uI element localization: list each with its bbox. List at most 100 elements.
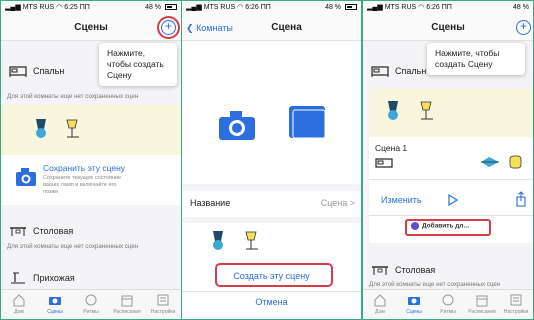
bulb-icon	[481, 157, 499, 167]
tab-bar: Дом Сцены Ритмы Расписания Настройки	[363, 289, 533, 319]
tab-rhythms[interactable]: Ритмы	[431, 290, 465, 319]
signal-icon: ▂▄▆	[5, 4, 21, 11]
add-widget-button[interactable]: Добавить дл...	[411, 222, 469, 230]
screen-create-scene: ▂▄▆ MTS RUS ◠ 6:26 ПП 48 % ❮ Комнаты Сце…	[181, 0, 362, 320]
tab-settings[interactable]: Настройки	[499, 290, 533, 319]
tab-schedules[interactable]: Расписания	[465, 290, 499, 319]
tab-rhythms[interactable]: Ритмы	[73, 290, 109, 319]
status-bar: ▂▄▆ MTS RUS ◠ 6:25 ПП 48 %	[1, 1, 181, 15]
battery-label: 48 %	[513, 4, 529, 11]
name-label: Название	[190, 198, 231, 208]
rhythm-icon	[442, 294, 454, 306]
save-scene-description: Сохраните текущее состояние ваших ламп и…	[43, 175, 122, 195]
bed-icon	[9, 66, 27, 77]
lamp-icon	[420, 101, 433, 120]
save-scene-card: Сохранить эту сцену Сохраните текущее со…	[1, 105, 181, 205]
room-label: Прихожая	[33, 273, 75, 283]
camera-icon[interactable]	[15, 167, 37, 187]
tab-label: Дом	[14, 309, 24, 315]
add-widget-label: Добавить дл...	[422, 222, 469, 230]
page-title: Сцены	[74, 22, 108, 33]
tab-home[interactable]: Дом	[1, 290, 37, 319]
navbar: ❮ Комнаты Сцена	[182, 15, 361, 41]
edit-scene-button[interactable]: Изменить	[381, 195, 422, 205]
play-icon[interactable]	[447, 193, 459, 207]
bulb-icon	[213, 231, 223, 250]
calendar-icon	[121, 295, 133, 307]
battery-icon	[165, 4, 177, 11]
room-row-dining[interactable]: Столовая	[1, 221, 181, 241]
lights-preview	[182, 223, 361, 263]
room-row-bedroom[interactable]: Спальн	[1, 59, 181, 83]
clock-label: 6:26 ПП	[426, 4, 452, 11]
room-label: Столовая	[395, 265, 436, 275]
status-bar: ▂▄▆ MTS RUS ◠ 6:26 ПП 48 %	[182, 1, 361, 15]
name-value: Сцена >	[320, 198, 355, 208]
gallery-icon[interactable]	[288, 105, 328, 141]
highlight-ring	[157, 16, 180, 39]
save-scene-link[interactable]: Сохранить эту сцену	[43, 163, 125, 173]
highlight-box	[215, 263, 333, 287]
divider	[182, 291, 361, 292]
bed-icon	[375, 158, 393, 168]
add-scene-button[interactable]: +	[516, 20, 531, 35]
no-scenes-text: Для этой комнаты еще нет сохраненных сце…	[7, 93, 139, 100]
bed-icon	[371, 66, 389, 77]
home-icon	[374, 294, 386, 307]
camera-icon[interactable]	[218, 109, 256, 141]
cancel-button[interactable]: Отмена	[182, 297, 361, 307]
no-scenes-text: Для этой комнаты еще нет сохраненных сце…	[7, 243, 139, 250]
navbar: Сцены +	[363, 15, 533, 41]
tab-label: Сцены	[47, 309, 63, 315]
room-row-bedroom[interactable]: Спальн	[363, 59, 533, 83]
no-scenes-text: Для этой комнаты еще нет сохраненных сце…	[369, 281, 501, 288]
tab-label: Настройки	[150, 309, 176, 315]
divider	[369, 215, 533, 216]
carrier-label: MTS RUS	[203, 4, 236, 11]
battery-label: 48 %	[325, 4, 342, 11]
tab-label: Сцены	[406, 309, 422, 315]
lamp-icon	[245, 231, 258, 250]
lamp-icon	[66, 119, 79, 138]
tab-scenes[interactable]: Сцены	[37, 290, 73, 319]
signal-icon: ▂▄▆	[186, 4, 202, 11]
divider	[369, 179, 533, 180]
page-title: Сцены	[431, 22, 465, 33]
tab-home[interactable]: Дом	[363, 290, 397, 319]
screen-scenes-saved: ▂▄▆ MTS RUS ◠ 6:26 ПП 48 % Сцены + Нажми…	[362, 0, 534, 320]
home-icon	[13, 294, 25, 307]
battery-label: 48 %	[145, 4, 162, 11]
share-icon[interactable]	[515, 191, 527, 207]
clock-label: 6:25 ПП	[64, 4, 90, 11]
room-label: Столовая	[33, 226, 74, 236]
tab-schedules[interactable]: Расписания	[109, 290, 145, 319]
camera-icon	[408, 297, 420, 305]
status-bar: ▂▄▆ MTS RUS ◠ 6:26 ПП 48 %	[363, 1, 533, 15]
tab-label: Дом	[375, 309, 385, 315]
signal-icon: ▂▄▆	[367, 4, 383, 11]
room-row-hall[interactable]: Прихожая	[1, 269, 181, 287]
room-label: Спальн	[33, 66, 65, 76]
rhythm-icon	[85, 294, 97, 306]
lamp-icon	[509, 155, 522, 169]
page-title: Сцена	[271, 22, 302, 33]
clock-label: 6:26 ПП	[245, 4, 271, 11]
room-row-dining[interactable]: Столовая	[363, 261, 533, 279]
navbar: Сцены +	[1, 15, 181, 41]
tab-label: Настройки	[503, 309, 529, 315]
tab-label: Ритмы	[83, 309, 99, 315]
scene-card[interactable]: Сцена 1 Изменить Добавить дл...	[369, 89, 533, 243]
scene-name: Сцена 1	[375, 143, 408, 153]
tab-label: Расписания	[468, 309, 496, 315]
lights-preview	[1, 105, 181, 155]
carrier-label: MTS RUS	[384, 4, 417, 11]
calendar-icon	[476, 295, 488, 307]
tab-settings[interactable]: Настройки	[145, 290, 181, 319]
scene-name-row[interactable]: Название Сцена >	[182, 191, 361, 217]
tab-label: Расписания	[113, 309, 141, 315]
settings-icon	[510, 294, 522, 306]
room-label: Спальн	[395, 66, 427, 76]
wifi-icon: ◠	[56, 4, 63, 11]
tab-scenes[interactable]: Сцены	[397, 290, 431, 319]
scene-image-area	[182, 41, 361, 184]
